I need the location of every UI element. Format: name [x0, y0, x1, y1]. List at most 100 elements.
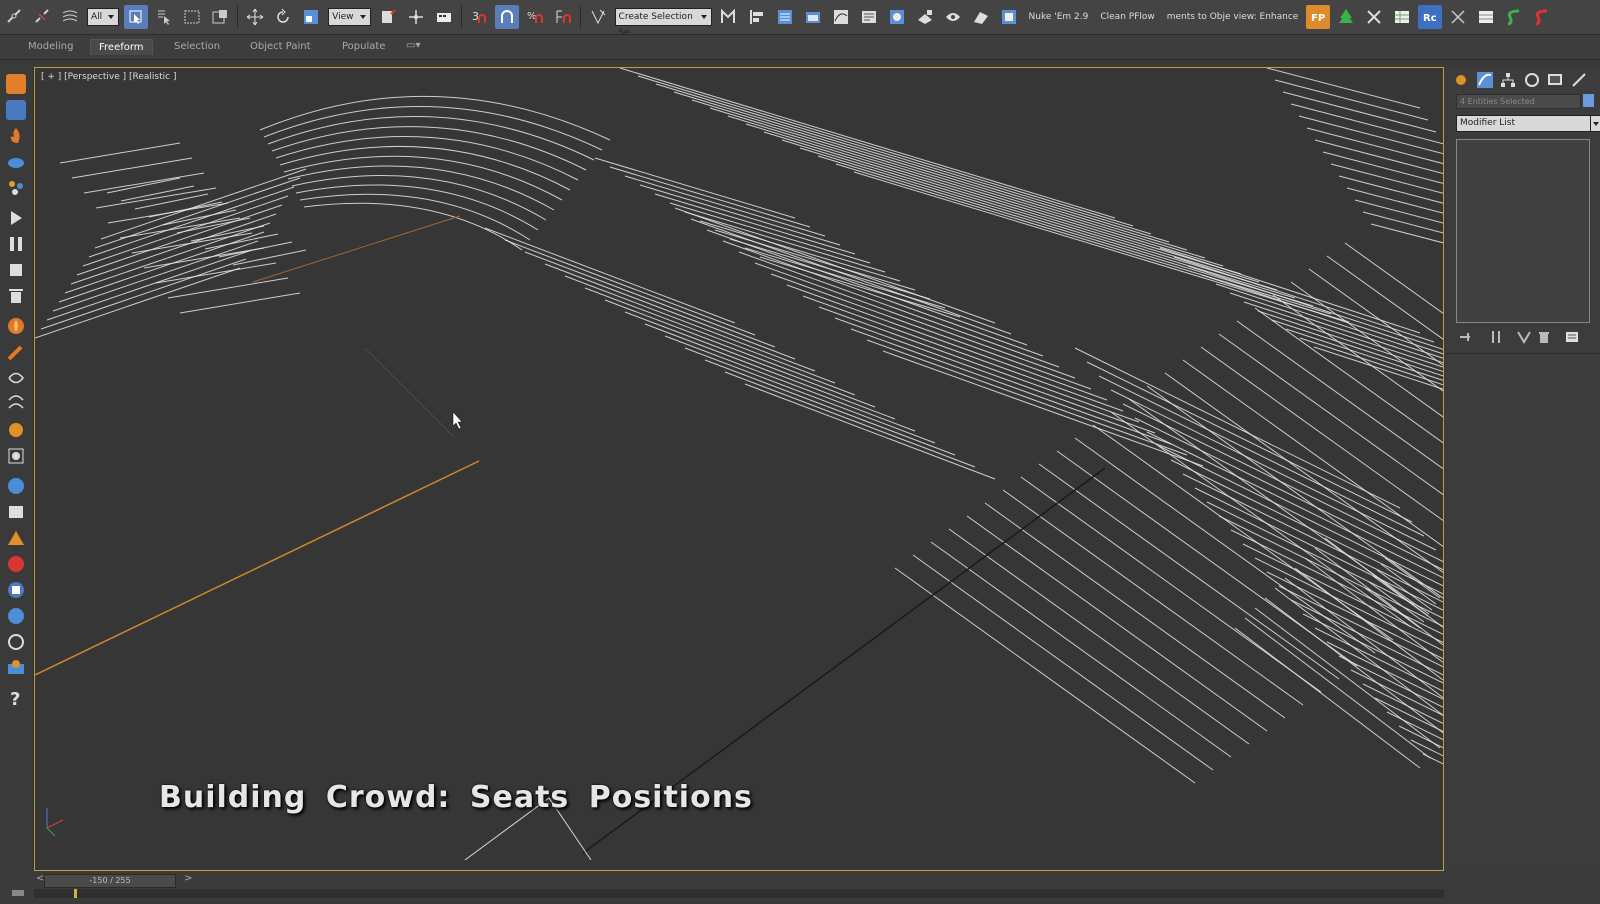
window-crossing-icon[interactable]	[208, 5, 232, 29]
seat-row-line[interactable]	[1128, 398, 1430, 615]
modifier-list-arrow-icon[interactable]	[1590, 115, 1600, 132]
seat-row-line[interactable]	[624, 175, 826, 237]
snap-icon[interactable]: 3	[467, 5, 491, 29]
record-icon[interactable]	[6, 554, 26, 574]
play-icon[interactable]	[6, 208, 26, 228]
render-setup-icon[interactable]	[913, 5, 937, 29]
seat-row-line[interactable]	[1306, 127, 1444, 168]
seat-row-line[interactable]	[834, 317, 1156, 434]
tool-x-icon[interactable]	[1446, 5, 1470, 29]
material-editor-icon[interactable]	[885, 5, 909, 29]
trash-icon[interactable]	[6, 286, 26, 306]
seat-row-line[interactable]	[52, 240, 259, 312]
seat-row-line[interactable]	[984, 502, 1286, 719]
spinner-snap-icon[interactable]	[551, 5, 575, 29]
seat-row-line[interactable]	[1386, 711, 1444, 871]
help-icon[interactable]: ?	[6, 688, 26, 710]
nukem-script-button[interactable]: Nuke 'Em 2.9	[1029, 12, 1089, 22]
seat-row-line[interactable]	[524, 251, 776, 348]
seat-row-line[interactable]	[70, 213, 277, 285]
helper-2-icon[interactable]	[6, 394, 26, 414]
seat-row-line[interactable]	[484, 227, 736, 324]
green-curve-icon[interactable]	[1502, 5, 1526, 29]
fire-icon[interactable]	[6, 126, 26, 146]
mirror-icon[interactable]	[717, 5, 741, 29]
angle-snap-icon[interactable]	[494, 5, 519, 29]
viewport-label[interactable]: [ + ] [Perspective ] [Realistic ]	[41, 72, 176, 82]
seat-row-line[interactable]	[684, 347, 936, 444]
configure-modifier-sets-icon[interactable]	[1564, 329, 1580, 345]
create-box-icon[interactable]	[6, 74, 26, 94]
clean-pflow-button[interactable]: Clean PFlow	[1100, 12, 1154, 22]
utilities-tab-icon[interactable]	[1570, 71, 1588, 89]
seat-row-line[interactable]	[706, 229, 1028, 346]
seat-row-line[interactable]	[655, 83, 1152, 235]
tab-populate[interactable]: Populate	[334, 39, 393, 54]
bind-spacewarp-icon[interactable]	[58, 5, 82, 29]
seat-row-line[interactable]	[1290, 103, 1444, 145]
seat-row-line[interactable]	[745, 123, 1242, 275]
seat-row-line[interactable]	[704, 359, 956, 456]
seat-row-line[interactable]	[1020, 476, 1322, 693]
named-selection-dropdown[interactable]: Create Selection Se	[614, 8, 712, 34]
seat-row-line[interactable]	[1002, 489, 1304, 706]
seat-row-line[interactable]	[1350, 669, 1444, 830]
seat-row-line[interactable]	[722, 240, 1044, 357]
seat-row-line[interactable]	[71, 157, 193, 179]
table-icon[interactable]	[1474, 5, 1498, 29]
seat-row-line[interactable]	[1422, 753, 1444, 871]
seat-row-line[interactable]	[1274, 79, 1429, 121]
seat-row-line[interactable]	[644, 323, 896, 420]
modifier-list-dropdown[interactable]: Modifier List	[1456, 115, 1591, 132]
mini-listener-icon[interactable]	[0, 872, 34, 900]
seat-row-line[interactable]	[40, 258, 247, 330]
pin-stack-icon[interactable]	[1458, 329, 1474, 345]
seat-row-line[interactable]	[664, 335, 916, 432]
seat-row-line[interactable]	[1346, 187, 1444, 228]
seat-row-line[interactable]	[1282, 91, 1437, 133]
rendered-frame-icon[interactable]	[941, 5, 965, 29]
seat-row-line[interactable]	[167, 277, 289, 299]
motion-tab-icon[interactable]	[1523, 71, 1541, 89]
seat-row-line[interactable]	[690, 218, 1012, 335]
link-icon[interactable]	[2, 5, 26, 29]
time-slider[interactable]: -150 / 255	[44, 874, 176, 888]
helper-4-icon[interactable]	[6, 446, 26, 466]
seat-row-line[interactable]	[738, 251, 1060, 368]
scene-explorer-icon[interactable]	[801, 5, 825, 29]
seat-row-line[interactable]	[770, 273, 1092, 390]
seat-row-line[interactable]	[46, 249, 253, 321]
remove-modifier-icon[interactable]	[1536, 329, 1552, 345]
seat-row-line[interactable]	[1374, 697, 1444, 858]
helper-1-icon[interactable]	[6, 368, 26, 388]
seat-row-line[interactable]	[1266, 68, 1421, 109]
seat-row-line[interactable]	[1314, 139, 1444, 180]
pivot-icon[interactable]	[376, 5, 400, 29]
seat-row-line[interactable]	[544, 263, 796, 360]
seat-row-line[interactable]	[1098, 375, 1425, 537]
seat-row-line[interactable]	[850, 328, 1172, 445]
seat-row-line[interactable]	[564, 275, 816, 372]
railclone-icon[interactable]: Rc	[1418, 5, 1443, 29]
spreadsheet-icon[interactable]	[1390, 5, 1414, 29]
select-manipulate-icon[interactable]	[404, 5, 428, 29]
seat-row-arc[interactable]	[263, 106, 603, 151]
time-marker[interactable]	[74, 889, 77, 898]
seat-row-line[interactable]	[1410, 739, 1444, 871]
tab-selection[interactable]: Selection	[166, 39, 228, 54]
helper-3-icon[interactable]	[6, 420, 26, 440]
ribbon-options-icon[interactable]: ▭▾	[406, 40, 420, 51]
keyboard-shortcut-icon[interactable]	[432, 5, 456, 29]
scale-icon[interactable]	[299, 5, 323, 29]
selection-filter-dropdown[interactable]: All	[87, 8, 120, 26]
layer-icon[interactable]	[773, 5, 797, 29]
object-name-field[interactable]: 4 Entities Selected	[1456, 94, 1581, 109]
seat-row-line[interactable]	[1326, 641, 1444, 802]
seat-row-line[interactable]	[1134, 417, 1444, 578]
tab-freeform[interactable]: Freeform	[90, 39, 153, 55]
make-unique-icon[interactable]	[1516, 329, 1532, 345]
tab-modeling[interactable]: Modeling	[20, 39, 82, 54]
rotate-icon[interactable]	[271, 5, 295, 29]
time-track[interactable]	[34, 889, 1444, 898]
modifier-stack[interactable]	[1456, 139, 1590, 323]
